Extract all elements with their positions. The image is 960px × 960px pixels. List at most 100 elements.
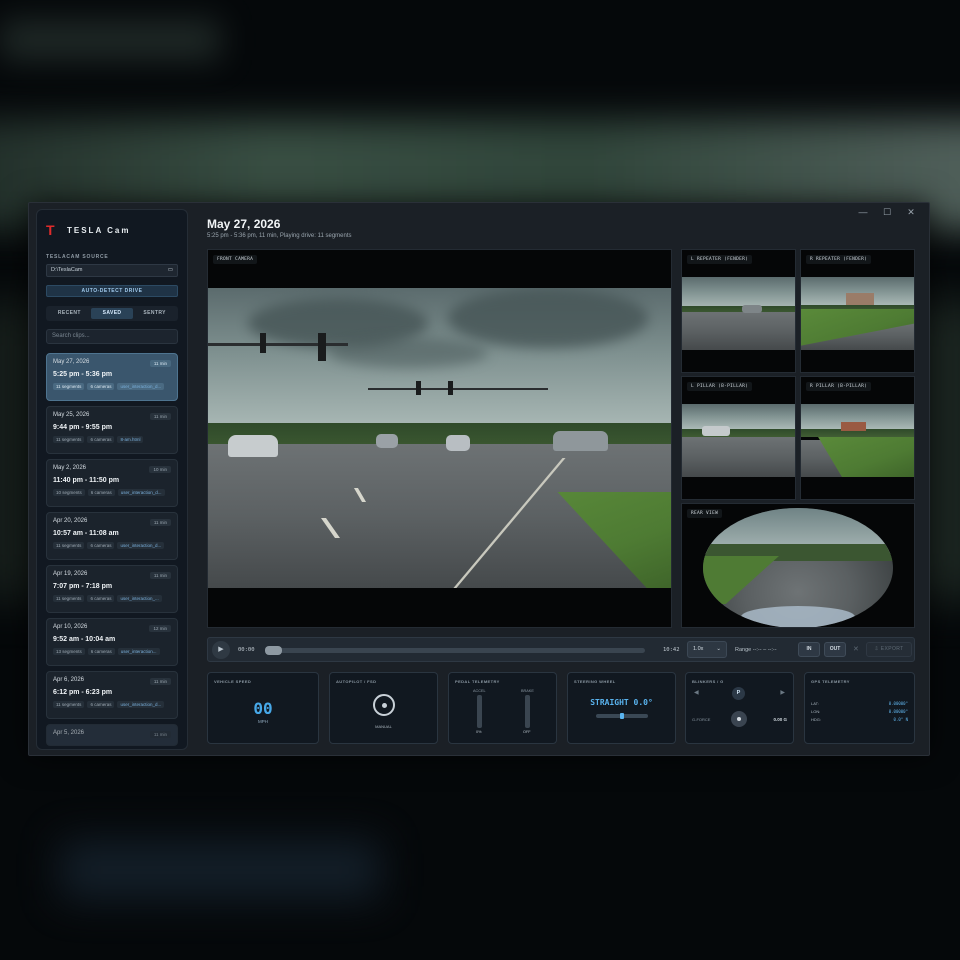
brake-label: BRAKE	[521, 689, 534, 693]
gps-hdg-label: HDG:	[811, 717, 821, 722]
steering-value: STRAIGHT 0.0°	[590, 698, 653, 707]
clip-tags: 11 segments 6 cameras 8-am.html	[53, 436, 171, 443]
clip-duration: 11 min	[149, 678, 171, 685]
clip-segments: 11 segments	[53, 542, 85, 549]
front-camera-frame	[208, 288, 671, 588]
autopilot-panel: AUTOPILOT / FSD MANUAL	[329, 672, 438, 744]
clip-tags: 13 segments 6 cameras user_interaction...	[53, 648, 171, 655]
accel-bar	[477, 695, 482, 728]
clip-duration: 11 min	[149, 572, 171, 579]
tesla-logo-icon: T	[46, 222, 55, 238]
clip-item[interactable]: Apr 6, 2026 11 min 6:12 pm - 6:23 pm 11 seg…	[46, 671, 178, 719]
folder-icon[interactable]: ▭	[168, 265, 173, 276]
left-repeater-frame	[682, 276, 795, 351]
clip-item[interactable]: May 27, 2026 11 min 5:25 pm - 5:36 pm 11 se…	[46, 353, 178, 401]
mark-in-button[interactable]: IN	[798, 642, 820, 657]
clip-cameras: 6 cameras	[87, 542, 115, 549]
tab-sentry[interactable]: SENTRY	[133, 308, 176, 319]
clip-tags: 11 segments 6 cameras user_interaction_d..…	[53, 701, 171, 708]
maximize-button[interactable]: ☐	[875, 205, 899, 219]
page-title: May 27, 2026	[207, 217, 281, 231]
source-path-value: D:\TeslaCam	[51, 267, 83, 273]
accel-label: ACCEL	[473, 689, 486, 693]
left-pillar-frame	[682, 403, 795, 478]
gps-lon-value: 0.00000°	[888, 709, 908, 714]
brake-bar	[525, 695, 530, 728]
clip-source-tabs: RECENT SAVED SENTRY	[46, 306, 178, 321]
steering-panel: STEERING WHEEL STRAIGHT 0.0°	[567, 672, 676, 744]
clip-cameras: 6 cameras	[87, 595, 115, 602]
play-button[interactable]: ▶	[212, 641, 230, 659]
front-camera-label: FRONT CAMERA	[213, 255, 258, 264]
clip-cameras: 6 cameras	[87, 436, 115, 443]
window-controls: — ☐ ✕	[851, 205, 923, 219]
left-pillar-view[interactable]: L PILLAR (B-PILLAR)	[681, 376, 796, 500]
clip-event: user_interaction_d...	[117, 701, 165, 708]
app-logo: T TESLA Cam	[46, 220, 178, 240]
clip-time-range: 5:25 pm - 5:36 pm	[53, 371, 113, 378]
brake-value: OFF	[523, 730, 531, 734]
clip-item[interactable]: Apr 20, 2026 11 min 10:57 am - 11:08 am 11 …	[46, 512, 178, 560]
clear-range-button[interactable]: ✕	[853, 645, 859, 653]
clip-cameras: 6 cameras	[87, 489, 115, 496]
steering-wheel-icon	[373, 694, 395, 716]
clip-item[interactable]: Apr 10, 2026 12 min 9:52 am - 10:04 am 13 s…	[46, 618, 178, 666]
sidebar: T TESLA Cam TESLACAM SOURCE D:\TeslaCam …	[36, 209, 188, 750]
export-button[interactable]: ⇩ EXPORT	[866, 642, 912, 657]
tab-saved[interactable]: SAVED	[90, 308, 134, 319]
gforce-value: 0.00 G	[773, 717, 787, 722]
vehicle-speed-panel: VEHICLE SPEED 00 MPH	[207, 672, 319, 744]
clip-cameras: 6 cameras	[87, 701, 115, 708]
accel-value: 0%	[476, 730, 482, 734]
gear-indicator: P	[732, 687, 745, 700]
timeline-scrubber[interactable]	[265, 646, 645, 655]
rear-view[interactable]: REAR VIEW	[681, 503, 915, 628]
playback-speed-select[interactable]: 1.0x ⌄	[687, 641, 727, 658]
right-pillar-label: R PILLAR (B-PILLAR)	[806, 382, 872, 391]
right-pillar-frame	[801, 403, 914, 478]
timeline-handle[interactable]	[265, 646, 282, 655]
right-repeater-frame	[801, 276, 914, 351]
close-button[interactable]: ✕	[899, 205, 923, 219]
clip-event: user_interaction_d...	[117, 489, 165, 496]
app-window: — ☐ ✕ T TESLA Cam TESLACAM SOURCE D:\Tes…	[28, 202, 930, 756]
gps-lat-row: LAT: 0.00000°	[811, 701, 908, 706]
right-repeater-view[interactable]: R REPEATER (FENDER)	[800, 249, 915, 373]
left-repeater-view[interactable]: L REPEATER (FENDER)	[681, 249, 796, 373]
gps-panel: GPS TELEMETRY LAT: 0.00000° LON: 0.00000…	[804, 672, 915, 744]
right-pillar-view[interactable]: R PILLAR (B-PILLAR)	[800, 376, 915, 500]
clip-segments: 11 segments	[53, 701, 85, 708]
clip-cameras: 6 cameras	[87, 383, 115, 390]
tab-recent[interactable]: RECENT	[48, 308, 91, 319]
auto-detect-button[interactable]: AUTO-DETECT DRIVE	[46, 285, 178, 297]
steering-title: STEERING WHEEL	[574, 679, 616, 684]
minimize-button[interactable]: —	[851, 205, 875, 219]
steering-track	[596, 713, 648, 719]
clip-duration: 11 min	[149, 413, 171, 420]
search-clips-input[interactable]: Search clips...	[46, 329, 178, 344]
left-pillar-label: L PILLAR (B-PILLAR)	[687, 382, 753, 391]
clip-item[interactable]: May 25, 2026 11 min 9:44 pm - 9:55 pm 11 se…	[46, 406, 178, 454]
current-time: 00:00	[238, 647, 255, 653]
mark-out-button[interactable]: OUT	[824, 642, 846, 657]
clip-tags: 11 segments 6 cameras user_interaction_d..…	[53, 383, 171, 390]
clip-tags: 11 segments 6 cameras user_interaction_...	[53, 595, 171, 602]
blinkers-panel: BLINKERS / G ◀ P ▶ G-FORCE 0.00 G	[685, 672, 794, 744]
vehicle-speed-title: VEHICLE SPEED	[214, 679, 252, 684]
steering-indicator	[620, 713, 624, 719]
source-label: TESLACAM SOURCE	[46, 254, 109, 260]
clip-event: user_interaction_...	[117, 595, 162, 602]
clip-item[interactable]: May 2, 2026 10 min 11:40 pm - 11:50 pm 10 s…	[46, 459, 178, 507]
source-path-field[interactable]: D:\TeslaCam ▭	[46, 264, 178, 277]
right-repeater-label: R REPEATER (FENDER)	[806, 255, 872, 264]
clip-item[interactable]: Apr 5, 2026 11 min	[46, 724, 178, 746]
front-camera-view[interactable]: FRONT CAMERA	[207, 249, 672, 628]
blinkers-title: BLINKERS / G	[692, 679, 724, 684]
left-blinker-icon: ◀	[694, 690, 699, 696]
clip-item[interactable]: Apr 19, 2026 11 min 7:07 pm - 7:18 pm 11 se…	[46, 565, 178, 613]
clip-duration: 12 min	[149, 625, 171, 632]
gps-hdg-row: HDG: 0.0° N	[811, 717, 908, 722]
playback-speed-value: 1.0x	[693, 646, 704, 652]
clip-duration: 10 min	[149, 466, 171, 473]
clip-list: May 27, 2026 11 min 5:25 pm - 5:36 pm 11 se…	[46, 353, 178, 746]
